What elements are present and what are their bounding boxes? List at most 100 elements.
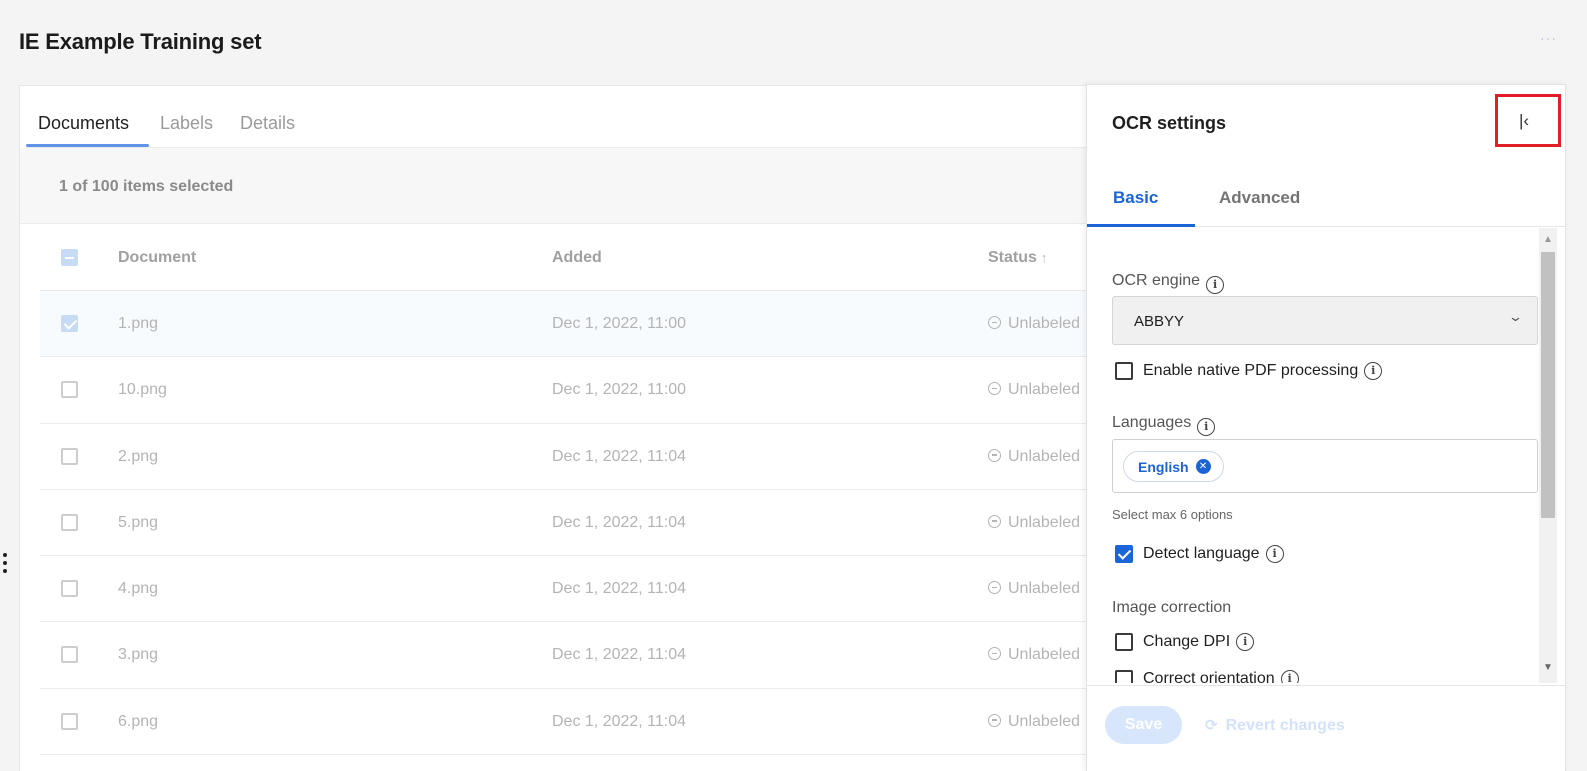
selection-count: 1 of 100 items selected [59,178,234,195]
unlabeled-icon [988,448,1001,462]
tab-basic[interactable]: Basic [1113,188,1158,208]
table-row[interactable]: 10.png Dec 1, 2022, 11:00 Unlabeled [40,357,1120,424]
change-dpi-checkbox[interactable] [1115,633,1133,651]
documents-table: Document Added Status ↑ 1.png Dec 1, 2022… [40,225,1120,756]
scroll-thumb[interactable] [1541,252,1555,518]
document-name: 10.png [118,381,167,399]
languages-hint: Select max 6 options [1112,507,1233,522]
language-chip-label: English [1138,458,1189,475]
remove-chip-icon[interactable]: ✕ [1195,459,1211,474]
unlabeled-icon [988,713,1001,727]
scroll-up-icon[interactable]: ▲ [1543,234,1553,245]
table-row[interactable]: 3.png Dec 1, 2022, 11:04 Unlabeled [40,622,1120,689]
document-name: 6.png [118,712,159,730]
status-text: Unlabeled [1008,580,1081,598]
status-text: Unlabeled [1008,315,1081,332]
table-row[interactable]: 1.png Dec 1, 2022, 11:00 Unlabeled [40,291,1120,358]
row-checkbox[interactable] [61,580,78,598]
sort-arrow-icon: ↑ [1040,250,1048,265]
change-dpi-label: Change DPI [1143,633,1231,650]
ocr-engine-value: ABBYY [1134,313,1185,330]
document-name: 2.png [118,447,159,465]
revert-changes-button[interactable]: ⟳ Revert changes [1205,716,1345,735]
settings-scroll-area[interactable]: OCR engine i ABBYY ⌄ Enable native PDF pr… [1087,228,1565,683]
table-row[interactable]: 5.png Dec 1, 2022, 11:04 Unlabeled [40,490,1120,557]
row-checkbox[interactable] [61,315,78,332]
native-pdf-checkbox[interactable] [1115,362,1133,380]
row-checkbox[interactable] [61,381,78,399]
status-cell: Unlabeled [988,448,1080,466]
native-pdf-label: Enable native PDF processing [1143,362,1359,379]
collapse-icon: |‹ [1519,111,1530,130]
tab-documents[interactable]: Documents [38,113,129,134]
native-pdf-option[interactable]: Enable native PDF processing i [1115,362,1383,380]
status-text: Unlabeled [1008,513,1081,531]
document-name: 4.png [118,580,159,598]
table-row[interactable]: 2.png Dec 1, 2022, 11:04 Unlabeled [40,424,1120,490]
scroll-down-icon[interactable]: ▼ [1543,662,1553,673]
detect-language-option[interactable]: Detect language i [1115,545,1284,563]
detect-language-checkbox[interactable] [1115,545,1133,563]
correct-orientation-option[interactable]: Correct orientation i [1115,670,1299,683]
row-checkbox[interactable] [61,646,78,664]
unlabeled-icon [988,382,1001,396]
column-added[interactable]: Added [552,249,602,267]
languages-label: Languages i [1112,414,1216,436]
row-checkbox[interactable] [61,712,78,730]
document-name: 5.png [118,513,159,531]
panel-footer: Save ⟳ Revert changes [1087,685,1565,771]
status-text: Unlabeled [1008,381,1081,399]
added-date: Dec 1, 2022, 11:04 [552,447,687,465]
ocr-settings-panel: OCR settings |‹ Basic Advanced OCR engin… [1086,84,1566,771]
column-document[interactable]: Document [118,249,196,267]
correct-orientation-label: Correct orientation [1143,670,1275,683]
unlabeled-icon [988,647,1001,661]
status-cell: Unlabeled [988,514,1080,532]
document-name: 3.png [118,646,159,664]
status-text: Unlabeled [1008,447,1081,465]
tab-labels[interactable]: Labels [160,113,213,134]
status-text: Unlabeled [1008,712,1081,730]
languages-input[interactable]: English ✕ [1112,439,1538,493]
select-all-checkbox[interactable] [61,249,78,266]
revert-label: Revert changes [1225,717,1345,734]
correct-orientation-checkbox[interactable] [1115,670,1133,683]
change-dpi-option[interactable]: Change DPI i [1115,633,1255,651]
unlabeled-icon [988,316,1001,329]
page-title: IE Example Training set [19,29,262,54]
ocr-engine-select[interactable]: ABBYY ⌄ [1112,296,1538,345]
added-date: Dec 1, 2022, 11:00 [552,381,687,399]
tab-details[interactable]: Details [240,113,295,134]
collapse-panel-button[interactable]: |‹ [1495,94,1561,147]
detect-language-label: Detect language [1143,545,1260,562]
info-icon[interactable]: i [1236,633,1255,651]
active-tab-indicator [1087,224,1195,227]
added-date: Dec 1, 2022, 11:04 [552,646,687,664]
info-icon[interactable]: i [1206,276,1225,294]
more-options-button[interactable]: ··· [1540,30,1557,46]
added-date: Dec 1, 2022, 11:04 [552,712,687,730]
language-chip[interactable]: English ✕ [1123,451,1224,482]
row-checkbox[interactable] [61,513,78,531]
column-status[interactable]: Status ↑ [988,249,1047,267]
info-icon[interactable]: i [1364,362,1383,380]
info-icon[interactable]: i [1197,418,1216,436]
refresh-icon: ⟳ [1205,717,1218,734]
status-cell: Unlabeled [988,315,1080,333]
info-icon[interactable]: i [1265,545,1284,563]
info-icon[interactable]: i [1280,670,1299,683]
table-row[interactable]: 4.png Dec 1, 2022, 11:04 Unlabeled [40,556,1120,623]
tab-advanced[interactable]: Advanced [1219,188,1300,208]
languages-label-text: Languages [1112,414,1192,431]
row-checkbox[interactable] [61,447,78,465]
added-date: Dec 1, 2022, 11:04 [552,513,687,531]
scrollbar[interactable]: ▲ ▼ [1539,228,1557,683]
ocr-engine-label: OCR engine i [1112,272,1225,294]
table-row[interactable]: 6.png Dec 1, 2022, 11:04 Unlabeled [40,689,1120,756]
save-button[interactable]: Save [1105,706,1182,744]
unlabeled-icon [988,581,1001,595]
ocr-engine-label-text: OCR engine [1112,272,1201,289]
resize-handle[interactable] [3,553,7,577]
status-text: Unlabeled [1008,646,1081,664]
image-correction-heading: Image correction [1112,599,1232,616]
